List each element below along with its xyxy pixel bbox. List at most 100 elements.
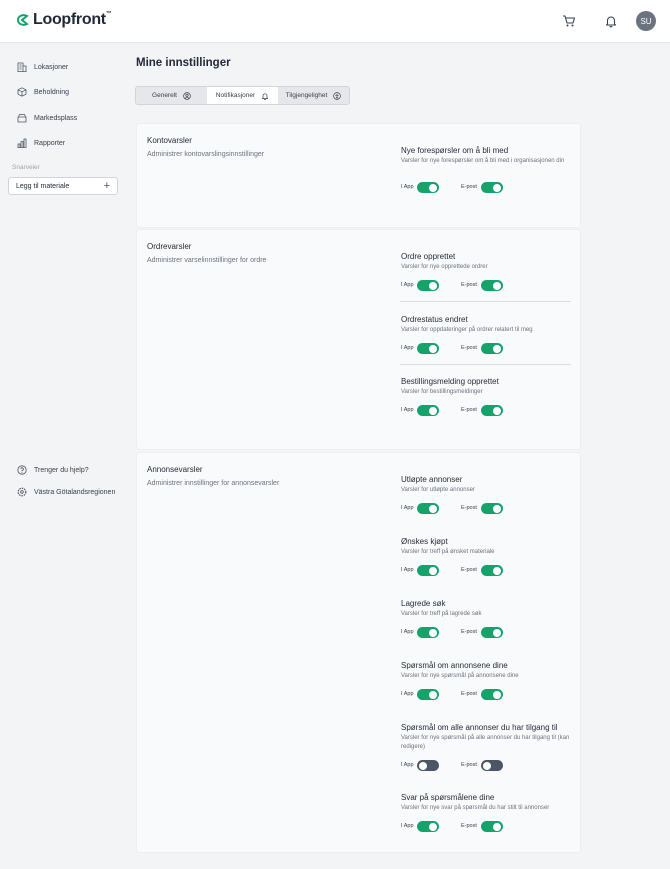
in-app-label: I App (401, 762, 414, 768)
logo-text: Loopfront™ (33, 11, 112, 28)
bar-chart-icon (17, 138, 27, 148)
email-label: E-post (461, 823, 477, 829)
toggle-knob (429, 690, 437, 699)
notification-description: Varsler for nye spørsmål på annonsene di… (401, 673, 519, 679)
toggle-knob (419, 761, 427, 770)
section-title: Kontovarsler (147, 136, 192, 145)
notification-title: Lagrede søk (401, 599, 446, 608)
in-app-toggle[interactable] (417, 405, 439, 416)
tab-generelt[interactable]: Generelt (136, 87, 207, 104)
notification-title: Utløpte annonser (401, 475, 463, 484)
logo[interactable]: Loopfront™ (16, 11, 112, 29)
email-label: E-post (461, 407, 477, 413)
in-app-toggle[interactable] (417, 182, 439, 193)
user-circle-icon (183, 91, 191, 100)
email-toggle[interactable] (481, 821, 503, 832)
in-app-toggle[interactable] (417, 821, 439, 832)
settings-tabs: Generelt Notifikasjoner Tilgjengelighet (135, 86, 350, 105)
sidebar-item-rapporter[interactable]: Rapporter (17, 138, 65, 148)
tab-tilgjengelighet[interactable]: Tilgjengelighet (278, 87, 349, 104)
in-app-toggle[interactable] (417, 689, 439, 700)
toggle-knob (429, 281, 437, 290)
in-app-toggle[interactable] (417, 343, 439, 354)
in-app-label: I App (401, 691, 414, 697)
add-material-shortcut[interactable]: Legg til materiale + (8, 177, 118, 195)
in-app-label: I App (401, 505, 414, 511)
region-selector[interactable]: Västra Götalandsregionen (17, 487, 115, 497)
in-app-toggle[interactable] (417, 280, 439, 291)
tab-label: Tilgjengelighet (285, 92, 328, 99)
notification-description: Varsler for nye opprettede ordrer (401, 264, 488, 270)
page-title: Mine innstillinger (136, 57, 231, 69)
email-toggle[interactable] (481, 182, 503, 193)
toggle-knob (493, 690, 501, 699)
in-app-label: I App (401, 184, 414, 190)
notification-title: Ordrestatus endret (401, 315, 468, 324)
item-divider (400, 364, 571, 365)
toggle-knob (493, 406, 501, 415)
section-description: Administrer varselinnstillinger for ordr… (147, 257, 267, 264)
section-kontovarsler: Kontovarsler Administrer kontovarslingsi… (136, 123, 581, 228)
email-toggle[interactable] (481, 760, 503, 771)
sidebar-item-label: Beholdning (34, 88, 70, 96)
top-header: Loopfront™ SU (0, 0, 670, 43)
plus-icon: + (103, 180, 110, 192)
notification-title: Nye forespørsler om å bli med (401, 146, 509, 155)
accessibility-icon (333, 91, 342, 100)
email-label: E-post (461, 567, 477, 573)
notification-description: Varsler for treff på lagrede søk (401, 611, 482, 617)
email-toggle[interactable] (481, 405, 503, 416)
in-app-toggle[interactable] (417, 503, 439, 514)
region-label: Västra Götalandsregionen (34, 488, 116, 496)
notification-title: Bestillingsmelding opprettet (401, 377, 499, 386)
notification-title: Ordre opprettet (401, 252, 456, 261)
sidebar: Lokasjoner Beholdning Markedsplass Rappo… (0, 43, 126, 869)
in-app-label: I App (401, 823, 414, 829)
building-icon (17, 62, 27, 72)
in-app-label: I App (401, 567, 414, 573)
section-description: Administrer innstillinger for annonsevar… (147, 480, 280, 487)
section-annonsevarsler: Annonsevarsler Administrer innstillinger… (136, 452, 581, 853)
email-toggle[interactable] (481, 689, 503, 700)
cart-icon[interactable] (562, 14, 576, 28)
help-circle-icon (17, 465, 27, 475)
email-toggle[interactable] (481, 627, 503, 638)
notification-title: Ønskes kjøpt (401, 537, 448, 546)
notification-title: Spørsmål om annonsene dine (401, 661, 508, 670)
tab-notifikasjoner[interactable]: Notifikasjoner (207, 87, 278, 104)
notification-description: Varsler for nye spørsmål på alle annonse… (401, 735, 570, 750)
tab-label: Generelt (152, 92, 177, 99)
section-title: Annonsevarsler (147, 465, 203, 474)
toggle-knob (483, 761, 491, 770)
toggle-knob (493, 504, 501, 513)
toggle-knob (493, 344, 501, 353)
email-toggle[interactable] (481, 503, 503, 514)
sidebar-item-lokasjoner[interactable]: Lokasjoner (17, 62, 68, 72)
in-app-toggle[interactable] (417, 760, 439, 771)
sidebar-item-beholdning[interactable]: Beholdning (17, 87, 69, 97)
avatar[interactable]: SU (636, 11, 656, 31)
section-title: Ordrevarsler (147, 242, 192, 251)
email-label: E-post (461, 505, 477, 511)
in-app-toggle[interactable] (417, 627, 439, 638)
sidebar-item-markedsplass[interactable]: Markedsplass (17, 113, 77, 123)
box-icon (17, 87, 27, 97)
email-label: E-post (461, 762, 477, 768)
settings-icon (17, 487, 27, 497)
email-toggle[interactable] (481, 565, 503, 576)
email-toggle[interactable] (481, 343, 503, 354)
notification-description: Varsler for nye forespørsler om å bli me… (401, 158, 565, 164)
loopfront-logo-icon (16, 14, 29, 26)
email-toggle[interactable] (481, 280, 503, 291)
store-icon (17, 114, 27, 123)
notification-description: Varsler for treff på ønsket materiale (401, 549, 495, 555)
bell-icon[interactable] (604, 14, 618, 28)
item-divider (400, 301, 571, 302)
in-app-toggle[interactable] (417, 565, 439, 576)
help-link[interactable]: Trenger du hjelp? (17, 465, 89, 475)
toggle-knob (429, 566, 437, 575)
toggle-knob (429, 406, 437, 415)
toggle-knob (493, 183, 501, 192)
email-label: E-post (461, 282, 477, 288)
sidebar-item-label: Markedsplass (34, 114, 78, 122)
